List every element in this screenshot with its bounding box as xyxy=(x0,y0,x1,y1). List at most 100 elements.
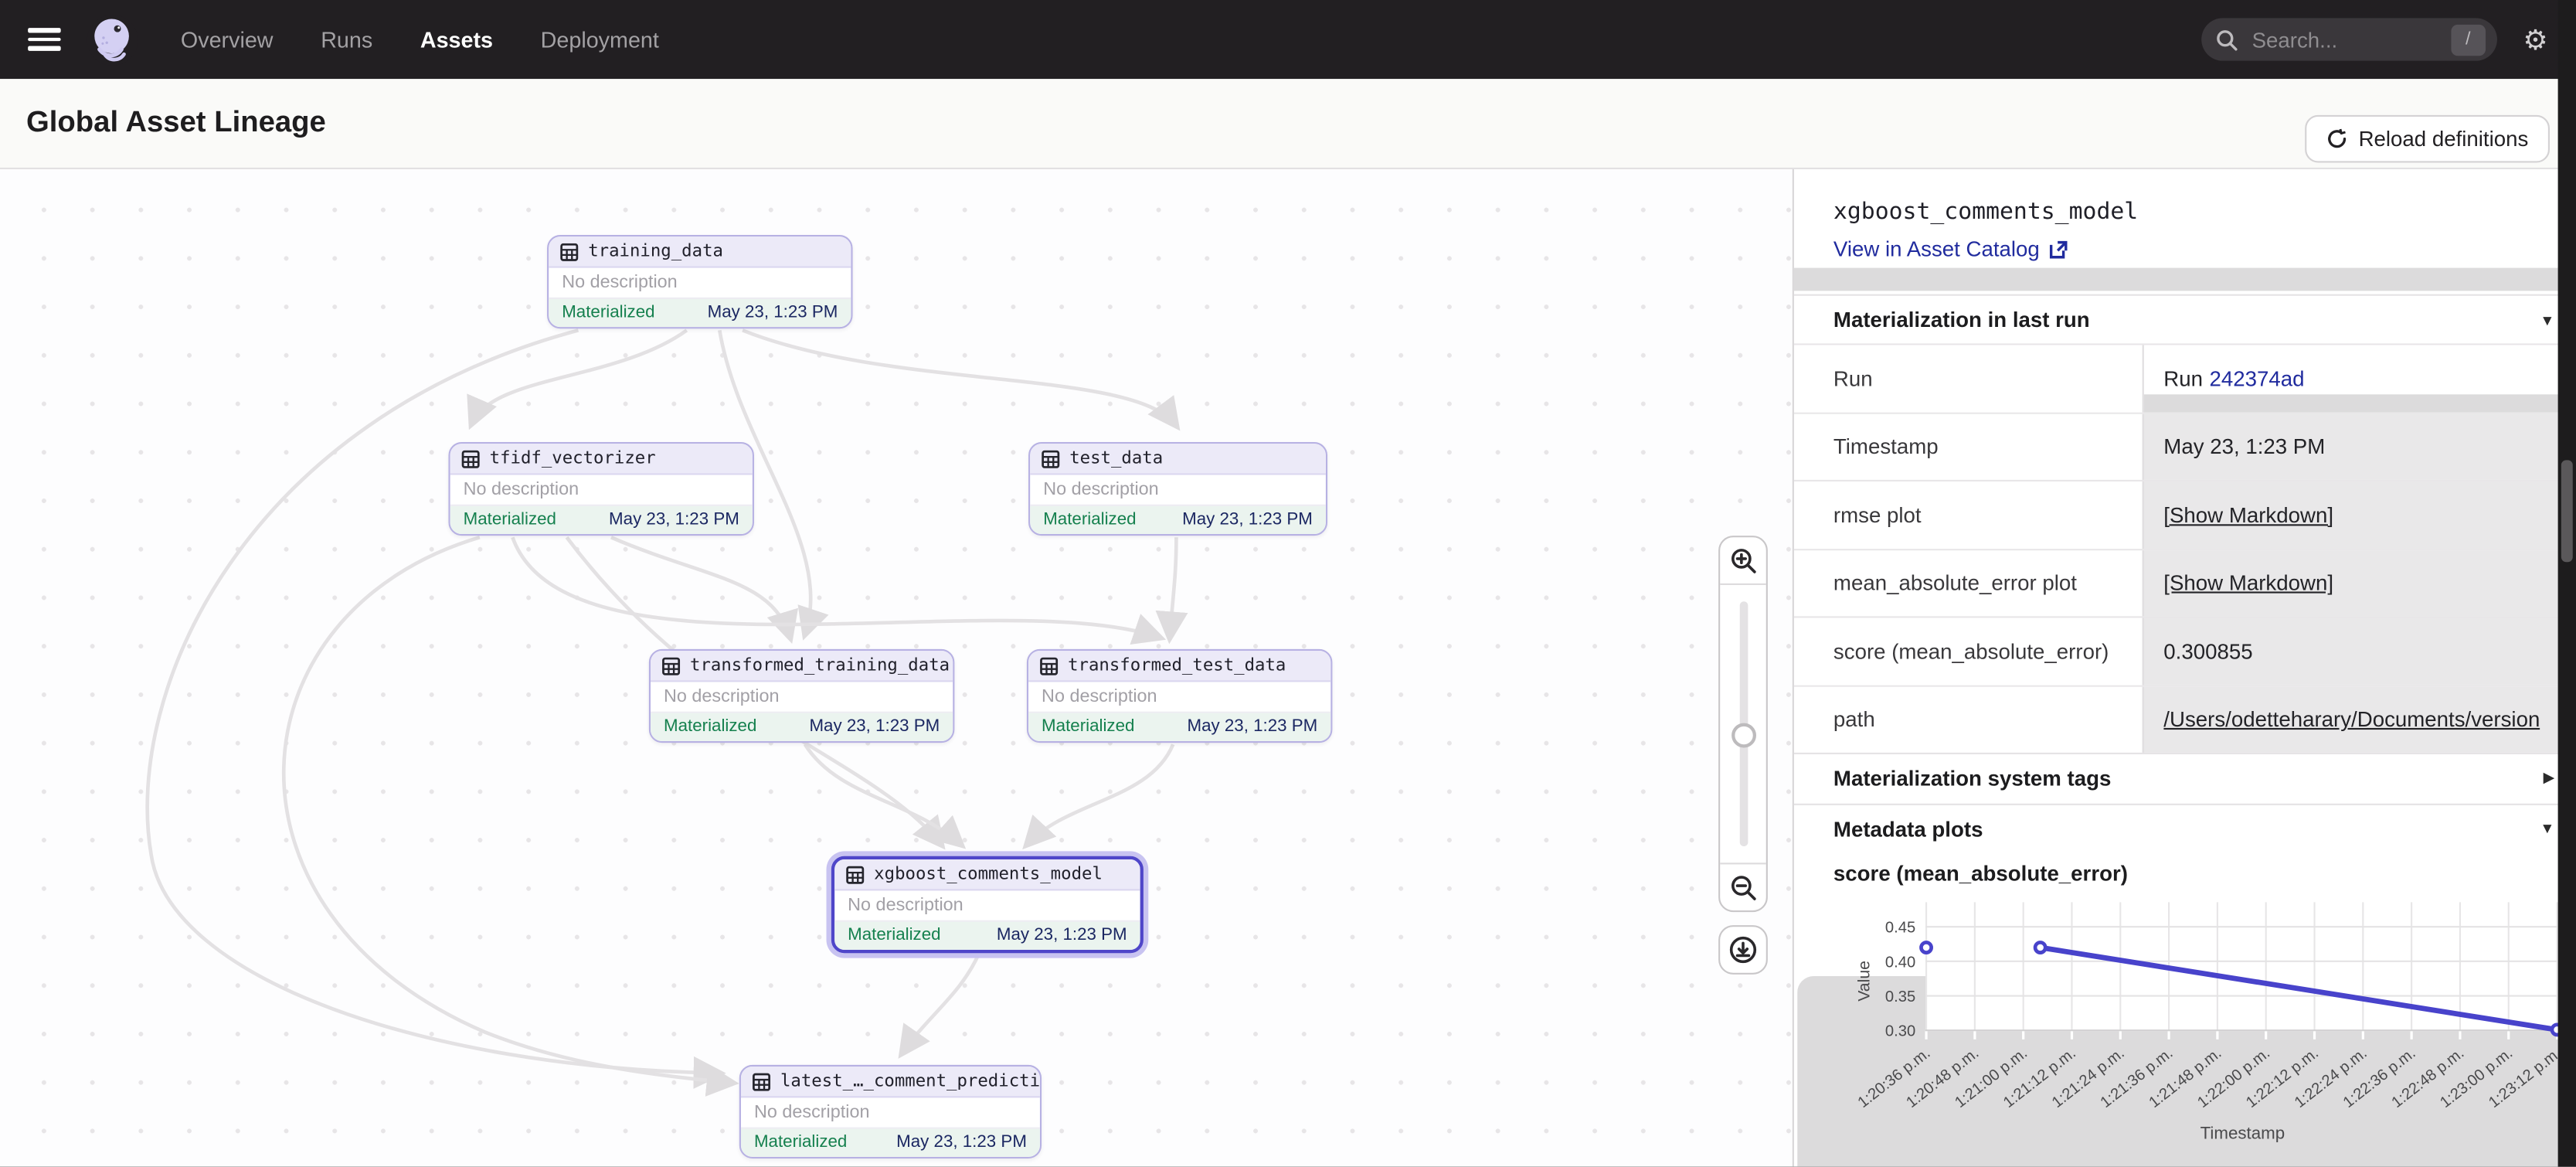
node-description: No description xyxy=(651,682,953,713)
chevron-down-icon: ▼ xyxy=(2540,820,2554,836)
node-status: Materialized xyxy=(562,303,654,323)
node-description: No description xyxy=(1028,682,1330,713)
node-status: Materialized xyxy=(464,510,556,530)
asset-node-latest_…_comment_predictions[interactable]: latest_…_comment_predictionsNo descripti… xyxy=(739,1065,1042,1158)
show-markdown-link[interactable]: [Show Markdown] xyxy=(2163,570,2333,595)
node-timestamp: May 23, 1:23 PM xyxy=(1182,510,1313,530)
global-search[interactable]: / xyxy=(2201,18,2497,60)
node-footer: Materialized May 23, 1:23 PM xyxy=(549,299,851,326)
table-icon xyxy=(846,865,864,883)
download-graph-button[interactable] xyxy=(1718,925,1768,975)
external-link-icon xyxy=(2048,239,2068,259)
show-markdown-link[interactable]: [Show Markdown] xyxy=(2163,502,2333,527)
svg-text:Timestamp: Timestamp xyxy=(2200,1124,2285,1143)
row-label: rmse plot xyxy=(1794,481,2143,548)
row-value: [Show Markdown] xyxy=(2143,549,2576,616)
row-value: 0.300855 xyxy=(2143,618,2576,684)
node-status: Materialized xyxy=(664,717,756,737)
row-label: score (mean_absolute_error) xyxy=(1794,618,2143,684)
table-icon xyxy=(461,450,479,468)
asset-node-test_data[interactable]: test_data No description Materialized May 2… xyxy=(1028,442,1327,535)
asset-node-transformed_test_data[interactable]: transformed_test_dataNo descriptionMater… xyxy=(1027,649,1332,742)
run-cell-scrollbar[interactable] xyxy=(2144,393,2576,411)
section-metadata-plots[interactable]: Metadata plots ▼ xyxy=(1794,803,2576,852)
node-header: test_data xyxy=(1030,444,1326,475)
table-row-rmse-plot: rmse plot [Show Markdown] xyxy=(1794,480,2576,548)
metadata-plot: 0.450.400.350.30Value1:20:36 p.m.1:20:48… xyxy=(1797,887,2576,1167)
node-status: Materialized xyxy=(848,926,940,946)
node-footer: Materialized May 23, 1:23 PM xyxy=(1030,506,1326,533)
node-timestamp: May 23, 1:23 PM xyxy=(708,303,838,323)
table-icon xyxy=(1042,450,1059,468)
node-timestamp: May 23, 1:23 PM xyxy=(896,1133,1027,1153)
node-footer: MaterializedMay 23, 1:23 PM xyxy=(741,1129,1040,1156)
reload-icon xyxy=(2326,128,2347,150)
nav-item-overview[interactable]: Overview xyxy=(181,27,274,52)
node-header: transformed_test_data xyxy=(1028,651,1330,682)
node-header: latest_…_comment_predictions xyxy=(741,1067,1040,1097)
svg-text:Value: Value xyxy=(1855,961,1874,1002)
settings-gear-icon[interactable]: ⚙ xyxy=(2523,26,2547,53)
table-icon xyxy=(753,1072,770,1090)
node-name: xgboost_comments_model xyxy=(874,864,1103,884)
asset-node-xgboost_comments_model[interactable]: xgboost_comments_modelNo descriptionMate… xyxy=(831,856,1144,952)
asset-node-tfidf_vectorizer[interactable]: tfidf_vectorizerNo descriptionMaterializ… xyxy=(448,442,753,535)
nav-item-assets[interactable]: Assets xyxy=(420,27,493,52)
row-label: Run xyxy=(1794,345,2143,412)
asset-node-training_data[interactable]: training_dataNo descriptionMaterializedM… xyxy=(547,235,852,328)
zoom-out-button[interactable] xyxy=(1720,862,1766,910)
table-icon xyxy=(560,243,578,260)
search-icon xyxy=(2216,29,2238,50)
node-footer: Materialized May 23, 1:23 PM xyxy=(1028,713,1330,740)
asset-name-title: xgboost_comments_model xyxy=(1833,199,2138,225)
page-title: Global Asset Lineage xyxy=(26,105,326,140)
asset-node-transformed_training_data[interactable]: transformed_training_dataNo descriptionM… xyxy=(649,649,954,742)
nav-item-runs[interactable]: Runs xyxy=(321,27,372,52)
hamburger-menu-icon[interactable] xyxy=(28,28,61,51)
asset-details-panel: xgboost_comments_model View in Asset Cat… xyxy=(1793,169,2576,1167)
node-header: training_data xyxy=(549,236,851,267)
vertical-scrollbar-thumb[interactable] xyxy=(2561,460,2573,562)
chevron-right-icon: ▶ xyxy=(2544,769,2555,787)
svg-text:0.30: 0.30 xyxy=(1885,1023,1915,1040)
node-status: Materialized xyxy=(1042,717,1134,737)
metadata-plot-heading: score (mean_absolute_error) xyxy=(1833,861,2128,886)
node-name: tfidf_vectorizer xyxy=(490,448,656,468)
node-description: No description xyxy=(450,475,753,505)
top-navbar: Overview Runs Assets Deployment / ⚙ xyxy=(0,0,2576,79)
table-row-path: path /Users/odetteharary/Documents/versi… xyxy=(1794,685,2576,753)
node-description: No description xyxy=(834,890,1140,921)
vertical-scrollbar[interactable] xyxy=(2558,0,2576,1167)
nav-item-deployment[interactable]: Deployment xyxy=(541,27,659,52)
node-name: test_data xyxy=(1069,448,1163,468)
path-link[interactable]: /Users/odetteharary/Documents/version xyxy=(2163,707,2540,732)
dagster-app: Overview Runs Assets Deployment / ⚙ Glob… xyxy=(0,0,2576,1167)
panel-horizontal-scrollbar[interactable] xyxy=(1794,268,2576,291)
reload-definitions-button[interactable]: Reload definitions xyxy=(2304,115,2550,163)
node-description: No description xyxy=(1030,475,1326,505)
download-icon xyxy=(1728,935,1758,965)
svg-text:0.40: 0.40 xyxy=(1885,954,1915,971)
table-row-mean-absolute-error-plot: mean_absolute_error plot [Show Markdown] xyxy=(1794,548,2576,616)
dagster-logo[interactable] xyxy=(87,14,138,65)
node-status: Materialized xyxy=(1043,510,1136,530)
row-value: Run 242374ad xyxy=(2143,345,2576,412)
node-footer: MaterializedMay 23, 1:23 PM xyxy=(834,922,1140,949)
section-materialization-last-run[interactable]: Materialization in last run ▼ xyxy=(1794,294,2576,344)
node-name: latest_…_comment_predictions xyxy=(780,1071,1040,1091)
search-shortcut-badge: / xyxy=(2451,24,2486,55)
section-materialization-system-tags[interactable]: Materialization system tags ▶ xyxy=(1794,753,2576,802)
node-name: transformed_test_data xyxy=(1068,655,1286,675)
node-timestamp: May 23, 1:23 PM xyxy=(1188,717,1318,737)
table-row-run: Run Run 242374ad xyxy=(1794,343,2576,411)
node-description: No description xyxy=(549,268,851,299)
node-footer: MaterializedMay 23, 1:23 PM xyxy=(450,506,753,533)
zoom-in-button[interactable] xyxy=(1720,537,1766,585)
node-name: transformed_training_data xyxy=(690,655,950,675)
view-in-asset-catalog-link[interactable]: View in Asset Catalog xyxy=(1833,236,2068,261)
row-label: path xyxy=(1794,686,2143,753)
zoom-slider-handle[interactable] xyxy=(1731,723,1755,748)
node-footer: MaterializedMay 23, 1:23 PM xyxy=(651,713,953,740)
row-label: mean_absolute_error plot xyxy=(1794,549,2143,616)
run-id-link[interactable]: 242374ad xyxy=(2210,366,2305,391)
